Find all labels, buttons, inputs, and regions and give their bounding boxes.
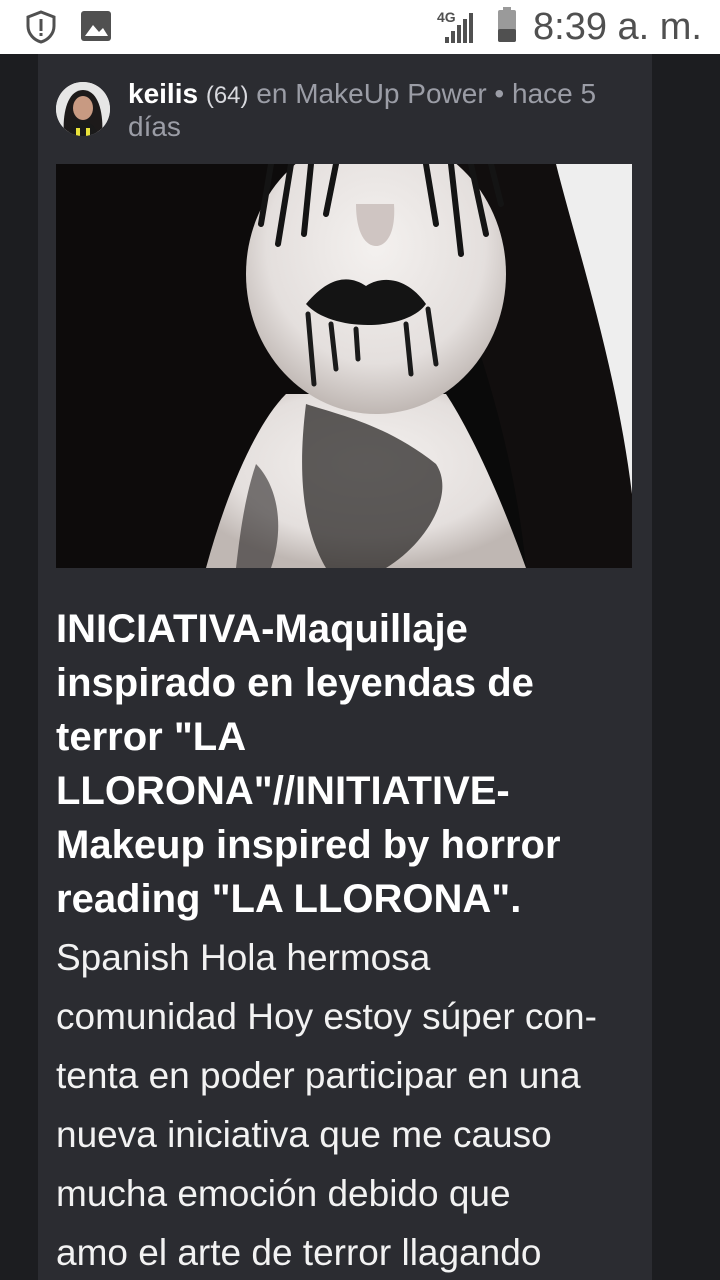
post-body-line: Spanish Hola hermosa [56, 937, 431, 978]
post-title[interactable]: INICIATIVA-Maquillaje inspirado en leyen… [56, 602, 636, 926]
status-bar: 4G 8:39 a. m. [0, 0, 720, 54]
image-icon [80, 10, 112, 47]
post-body-line: amo el arte de terror llagando [56, 1232, 542, 1273]
feed-screen: keilis (64) en MakeUp Power • hace 5 día… [0, 54, 720, 1280]
post-image[interactable] [56, 164, 632, 568]
post-body-line: mucha emoción debido que [56, 1173, 511, 1214]
makeup-photo-illustration [56, 164, 632, 568]
clock-time: 8:39 a. m. [533, 6, 702, 48]
right-gutter [652, 54, 720, 1280]
post-meta: keilis (64) en MakeUp Power • hace 5 día… [128, 78, 628, 142]
post-body-line: tenta en poder participar en una [56, 1055, 581, 1096]
battery-icon [497, 6, 517, 48]
alert-shield-icon [24, 10, 58, 49]
author-avatar[interactable] [56, 82, 110, 136]
post-body: Spanish Hola hermosa comunidad Hoy estoy… [56, 928, 636, 1280]
left-gutter [0, 54, 38, 1280]
community-and-time[interactable]: en MakeUp Power • hace 5 días [128, 78, 596, 142]
post-card[interactable]: keilis (64) en MakeUp Power • hace 5 día… [38, 54, 652, 1280]
signal-icon: 4G [437, 7, 477, 47]
post-body-line: comunidad Hoy estoy súper con- [56, 996, 597, 1037]
post-body-line: nueva iniciativa que me causo [56, 1114, 552, 1155]
author-name[interactable]: keilis [128, 78, 198, 109]
author-level: (64) [205, 82, 249, 109]
